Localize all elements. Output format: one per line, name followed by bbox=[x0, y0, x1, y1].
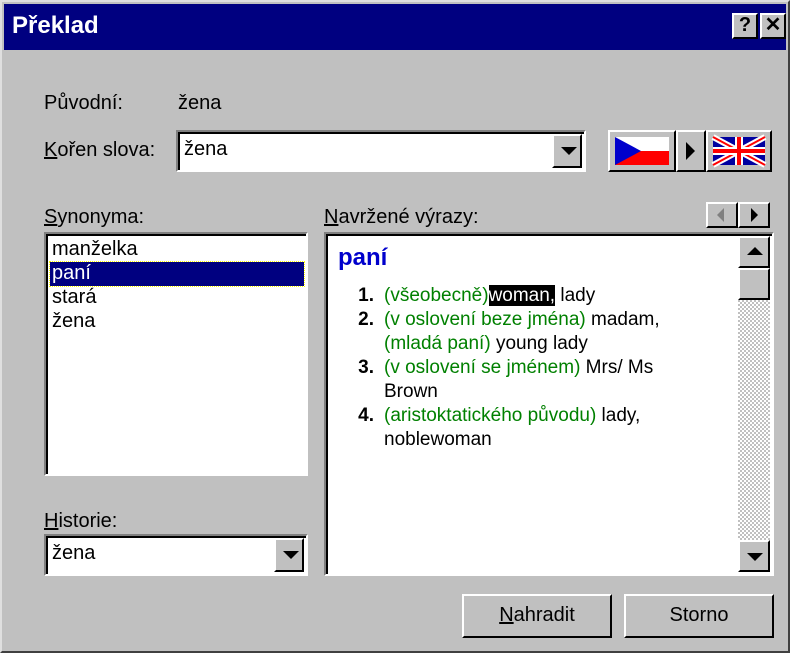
entry-number: 3. bbox=[358, 357, 374, 378]
source-language-button[interactable] bbox=[608, 130, 676, 172]
suggestions-panel[interactable]: paní 1. (všeobecně)woman, lady 2. (v oslov… bbox=[324, 232, 774, 576]
chevron-down-icon bbox=[747, 553, 763, 561]
scroll-down-button[interactable] bbox=[738, 540, 770, 572]
arrow-right-icon bbox=[751, 208, 758, 222]
translation[interactable]: lady, bbox=[596, 405, 641, 426]
window-title: Překlad bbox=[12, 12, 99, 39]
usage-note: (aristoktatického původu) bbox=[384, 405, 597, 426]
next-button[interactable] bbox=[738, 202, 770, 228]
suggestions-label-rest: avržené výrazy: bbox=[338, 206, 479, 228]
headword: paní bbox=[338, 244, 388, 271]
translation[interactable]: Mrs/ Ms bbox=[580, 357, 654, 378]
title-bar[interactable]: Překlad ? ✕ bbox=[4, 4, 786, 50]
suggestions-scrollbar[interactable] bbox=[738, 236, 770, 572]
synonyms-label-accel: S bbox=[44, 206, 58, 228]
original-value: žena bbox=[178, 92, 222, 114]
translate-dialog: Překlad ? ✕ Původní: žena Kořen slova: ž… bbox=[0, 0, 790, 653]
czech-flag-icon bbox=[615, 137, 669, 165]
translation[interactable]: noblewoman bbox=[384, 429, 492, 450]
translation[interactable]: madam, bbox=[586, 309, 660, 330]
synonym-item[interactable]: žena bbox=[50, 310, 304, 334]
usage-note: (v oslovení se jménem) bbox=[384, 357, 581, 378]
synonym-item-selected[interactable]: paní bbox=[49, 261, 305, 287]
replace-accel: N bbox=[499, 604, 514, 626]
synonyms-label: Synonyma: bbox=[44, 206, 144, 229]
entry-4-cont: noblewoman bbox=[384, 428, 492, 452]
arrow-left-icon bbox=[717, 208, 724, 222]
entry-3-cont: Brown bbox=[384, 380, 438, 404]
root-label: Kořen slova: bbox=[44, 139, 155, 162]
usage-note: (všeobecně) bbox=[384, 285, 489, 306]
suggestions-label-accel: N bbox=[324, 206, 339, 228]
entry-number: 1. bbox=[358, 285, 374, 306]
usage-note: (v oslovení beze jména) bbox=[384, 309, 586, 330]
translation[interactable]: young lady bbox=[491, 333, 588, 354]
previous-button[interactable] bbox=[706, 202, 738, 228]
replace-rest: ahradit bbox=[513, 604, 575, 626]
entry-2-cont: (mladá paní) young lady bbox=[384, 332, 588, 356]
close-button[interactable]: ✕ bbox=[760, 13, 786, 39]
entry-3: 3. (v oslovení se jménem) Mrs/ Ms bbox=[340, 356, 653, 380]
root-dropdown-button[interactable] bbox=[552, 134, 582, 168]
history-dropdown-button[interactable] bbox=[274, 538, 304, 572]
play-arrow-icon bbox=[686, 142, 695, 160]
history-combobox[interactable]: žena bbox=[44, 534, 308, 576]
synonyms-listbox[interactable]: manželka paní stará žena bbox=[44, 232, 308, 476]
translation[interactable]: lady bbox=[555, 285, 595, 306]
target-language-button[interactable] bbox=[706, 130, 772, 172]
chevron-down-icon bbox=[561, 147, 577, 155]
chevron-down-icon bbox=[283, 551, 299, 559]
replace-button[interactable]: Nahradit bbox=[462, 594, 612, 638]
suggestions-label: Navržené výrazy: bbox=[324, 206, 479, 229]
entry-number: 4. bbox=[358, 405, 374, 426]
synonym-item[interactable]: stará bbox=[50, 286, 304, 310]
entry-1: 1. (všeobecně)woman, lady bbox=[340, 284, 595, 308]
direction-button[interactable] bbox=[676, 130, 706, 172]
scroll-up-button[interactable] bbox=[738, 236, 770, 268]
help-button[interactable]: ? bbox=[732, 13, 758, 39]
history-combobox-value: žena bbox=[52, 542, 96, 564]
root-combobox-value: žena bbox=[184, 138, 228, 160]
entry-2: 2. (v oslovení beze jména) madam, bbox=[340, 308, 660, 332]
translation[interactable]: Brown bbox=[384, 381, 438, 402]
entry-4: 4. (aristoktatického původu) lady, bbox=[340, 404, 640, 428]
history-label: Historie: bbox=[44, 510, 117, 533]
history-label-accel: H bbox=[44, 510, 59, 532]
synonym-item[interactable]: manželka bbox=[50, 238, 304, 262]
entry-number: 2. bbox=[358, 309, 374, 330]
history-label-rest: istorie: bbox=[58, 510, 118, 532]
cancel-button[interactable]: Storno bbox=[624, 594, 774, 638]
scroll-thumb[interactable] bbox=[738, 268, 770, 300]
chevron-up-icon bbox=[747, 247, 763, 255]
synonyms-label-rest: ynonyma: bbox=[57, 206, 145, 228]
highlighted-translation[interactable]: woman, bbox=[488, 285, 556, 306]
root-label-accel: K bbox=[44, 139, 58, 161]
usage-note: (mladá paní) bbox=[384, 333, 491, 354]
uk-flag-icon bbox=[711, 134, 767, 168]
root-combobox[interactable]: žena bbox=[176, 130, 586, 172]
original-label: Původní: bbox=[44, 92, 123, 114]
root-label-rest: ořen slova: bbox=[57, 139, 156, 161]
